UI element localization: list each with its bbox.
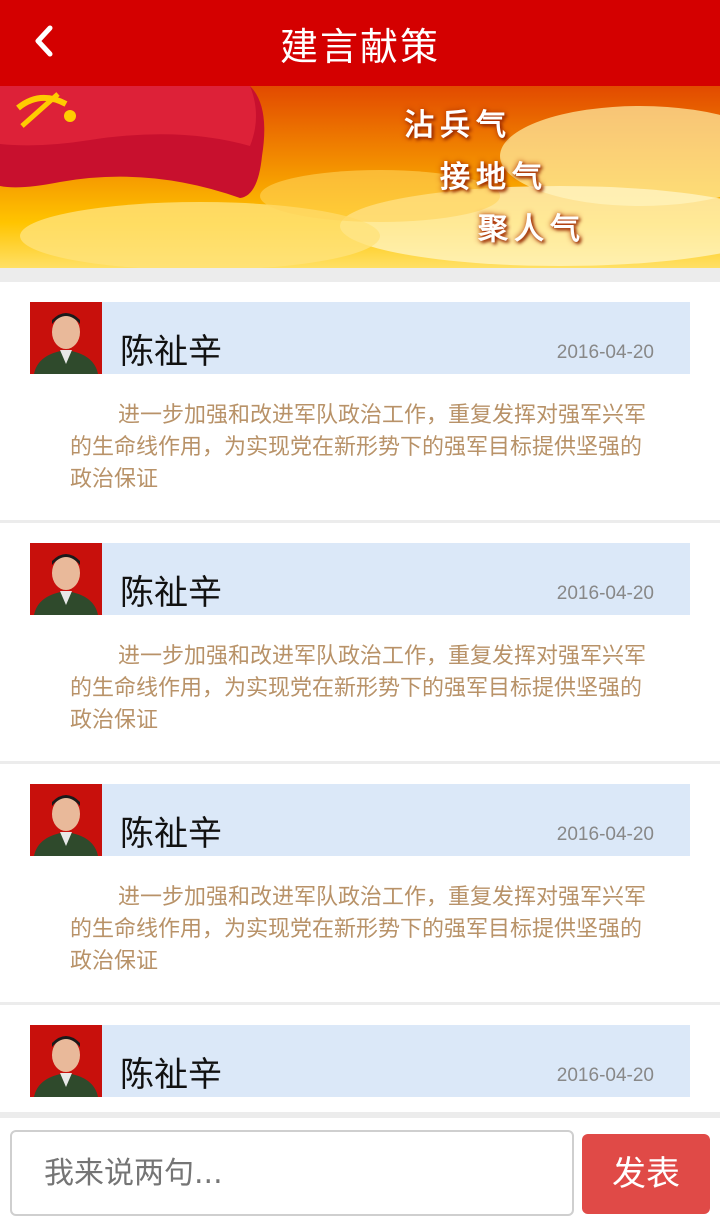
banner-slogan: 接地气 xyxy=(440,160,548,195)
avatar xyxy=(30,543,102,615)
post-date: 2016-04-20 xyxy=(556,824,654,845)
author-name: 陈祉辛 xyxy=(120,1055,222,1095)
author-name: 陈祉辛 xyxy=(120,814,222,854)
post-card[interactable]: 陈祉辛 2016-04-20 进一步加强和改进军队政治工作，重复发挥对强军兴军的… xyxy=(0,282,720,520)
author-name: 陈祉辛 xyxy=(120,573,222,613)
post-header: 陈祉辛 2016-04-20 xyxy=(30,302,690,374)
post-text: 进一步加强和改进军队政治工作，重复发挥对强军兴军的生命线作用，为实现党在新形势下… xyxy=(70,403,647,492)
post-header: 陈祉辛 2016-04-20 xyxy=(30,784,690,856)
avatar xyxy=(30,302,102,374)
top-bar: 建言献策 xyxy=(0,0,720,86)
avatar xyxy=(30,784,102,856)
banner-slogan: 沾兵气 xyxy=(404,108,512,143)
post-header: 陈祉辛 2016-04-20 xyxy=(30,543,690,615)
author-name: 陈祉辛 xyxy=(120,332,222,372)
send-button[interactable]: 发表 xyxy=(582,1134,710,1214)
post-date: 2016-04-20 xyxy=(556,342,654,363)
post-header: 陈祉辛 2016-04-20 xyxy=(30,1025,690,1097)
post-list[interactable]: 陈祉辛 2016-04-20 进一步加强和改进军队政治工作，重复发挥对强军兴军的… xyxy=(0,282,720,1112)
comment-input[interactable] xyxy=(10,1130,574,1216)
post-card[interactable]: 陈祉辛 2016-04-20 xyxy=(0,1005,720,1112)
post-card[interactable]: 陈祉辛 2016-04-20 进一步加强和改进军队政治工作，重复发挥对强军兴军的… xyxy=(0,523,720,761)
post-text: 进一步加强和改进军队政治工作，重复发挥对强军兴军的生命线作用，为实现党在新形势下… xyxy=(70,885,647,974)
post-date: 2016-04-20 xyxy=(556,583,654,604)
banner-artwork xyxy=(0,86,720,268)
post-text: 进一步加强和改进军队政治工作，重复发挥对强军兴军的生命线作用，为实现党在新形势下… xyxy=(70,644,647,733)
post-card[interactable]: 陈祉辛 2016-04-20 进一步加强和改进军队政治工作，重复发挥对强军兴军的… xyxy=(0,764,720,1002)
banner: 沾兵气 接地气 聚人气 xyxy=(0,86,720,268)
post-date: 2016-04-20 xyxy=(556,1065,654,1086)
comment-composer: 发表 xyxy=(0,1118,720,1228)
banner-slogan: 聚人气 xyxy=(478,212,586,247)
page-title: 建言献策 xyxy=(279,25,440,69)
avatar xyxy=(30,1025,102,1097)
